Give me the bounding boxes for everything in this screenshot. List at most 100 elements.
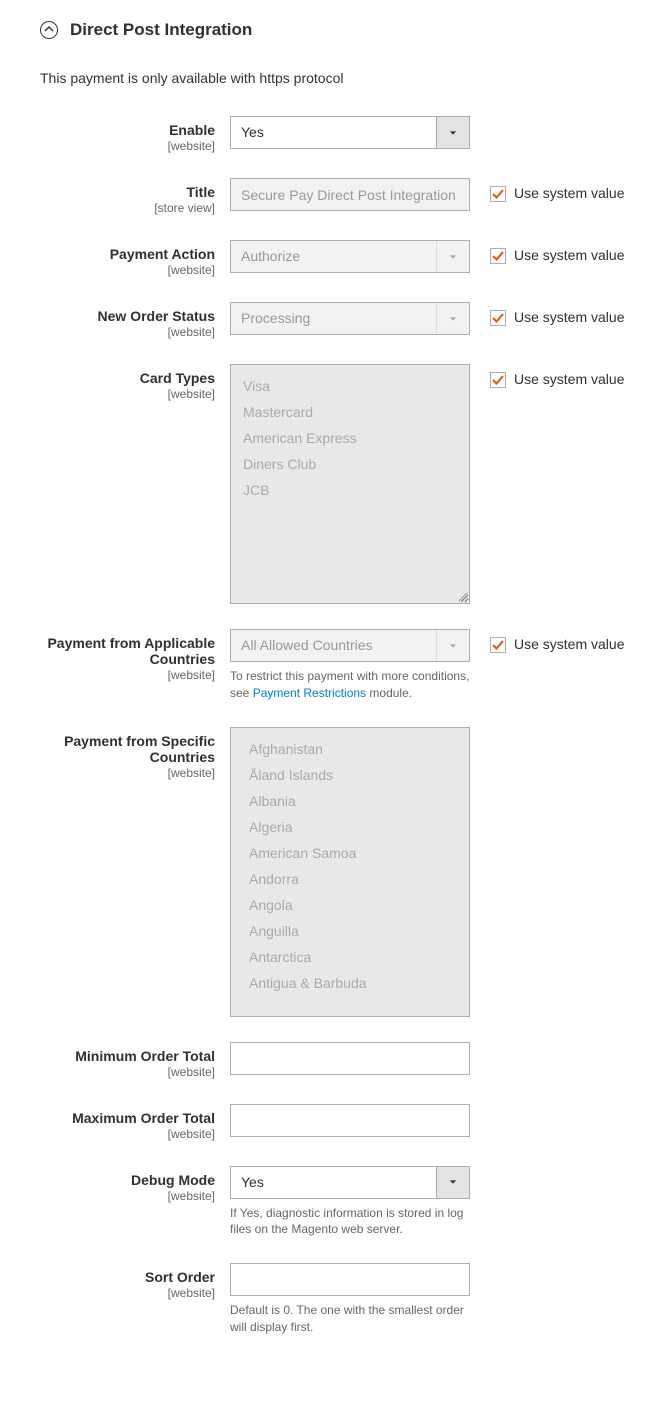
label-text: Payment from Specific Countries (30, 733, 215, 765)
label-text: Maximum Order Total (30, 1110, 215, 1126)
scope-text: [store view] (30, 201, 215, 215)
list-item: JCB (243, 477, 457, 503)
enable-label: Enable [website] (30, 116, 230, 153)
chevron-down-icon (436, 303, 469, 334)
use-system-checkbox[interactable] (490, 637, 506, 653)
scope-text: [website] (30, 1189, 215, 1203)
checkbox-label: Use system value (514, 246, 624, 264)
new-order-status-select: Processing (230, 302, 470, 335)
sort-order-label: Sort Order [website] (30, 1263, 230, 1300)
checkbox-label: Use system value (514, 635, 624, 653)
select-value: All Allowed Countries (231, 630, 436, 661)
field-max-order: Maximum Order Total [website] (30, 1104, 636, 1141)
sort-order-input[interactable] (230, 1263, 470, 1296)
new-order-status-label: New Order Status [website] (30, 302, 230, 339)
select-value: Yes (231, 1167, 436, 1198)
scope-text: [website] (30, 387, 215, 401)
max-order-label: Maximum Order Total [website] (30, 1104, 230, 1141)
min-order-input[interactable] (230, 1042, 470, 1075)
help-text: module. (366, 686, 412, 700)
select-value: Processing (231, 303, 436, 334)
field-debug-mode: Debug Mode [website] Yes If Yes, diagnos… (30, 1166, 636, 1239)
payment-action-label: Payment Action [website] (30, 240, 230, 277)
checkbox-label: Use system value (514, 184, 624, 202)
https-notice: This payment is only available with http… (30, 70, 636, 86)
label-text: New Order Status (30, 308, 215, 324)
label-text: Sort Order (30, 1269, 215, 1285)
select-value: Authorize (231, 241, 436, 272)
field-new-order-status: New Order Status [website] Processing Us… (30, 302, 636, 339)
list-item: Algeria (249, 814, 451, 840)
scope-text: [website] (30, 325, 215, 339)
payment-action-select: Authorize (230, 240, 470, 273)
use-system-checkbox[interactable] (490, 186, 506, 202)
use-system-checkbox[interactable] (490, 248, 506, 264)
scope-text: [website] (30, 1065, 215, 1079)
field-card-types: Card Types [website] Visa Mastercard Ame… (30, 364, 636, 604)
chevron-down-icon (436, 630, 469, 661)
payment-applicable-label: Payment from Applicable Countries [websi… (30, 629, 230, 682)
help-note: To restrict this payment with more condi… (230, 668, 470, 702)
field-payment-action: Payment Action [website] Authorize Use s… (30, 240, 636, 277)
title-label: Title [store view] (30, 178, 230, 215)
use-system-checkbox[interactable] (490, 372, 506, 388)
debug-mode-select[interactable]: Yes (230, 1166, 470, 1199)
checkbox-label: Use system value (514, 308, 624, 326)
select-value: Yes (231, 117, 436, 148)
label-text: Enable (30, 122, 215, 138)
payment-restrictions-link[interactable]: Payment Restrictions (253, 686, 366, 700)
field-sort-order: Sort Order [website] Default is 0. The o… (30, 1263, 636, 1336)
checkbox-label: Use system value (514, 370, 624, 388)
label-text: Payment from Applicable Countries (30, 635, 215, 667)
list-item: Diners Club (243, 451, 457, 477)
label-text: Card Types (30, 370, 215, 386)
scope-text: [website] (30, 1286, 215, 1300)
scope-text: [website] (30, 668, 215, 682)
label-text: Title (30, 184, 215, 200)
card-types-label: Card Types [website] (30, 364, 230, 401)
list-item: Angola (249, 892, 451, 918)
chevron-down-icon (436, 1167, 469, 1198)
resize-handle-icon (456, 590, 468, 602)
list-item: Afghanistan (249, 736, 451, 762)
collapse-icon (40, 21, 58, 39)
help-note: Default is 0. The one with the smallest … (230, 1302, 470, 1336)
label-text: Debug Mode (30, 1172, 215, 1188)
use-system-checkbox[interactable] (490, 310, 506, 326)
label-text: Payment Action (30, 246, 215, 262)
min-order-label: Minimum Order Total [website] (30, 1042, 230, 1079)
label-text: Minimum Order Total (30, 1048, 215, 1064)
payment-specific-multiselect: Afghanistan Åland Islands Albania Algeri… (230, 727, 470, 1017)
list-item: Mastercard (243, 399, 457, 425)
payment-applicable-select: All Allowed Countries (230, 629, 470, 662)
list-item: Anguilla (249, 918, 451, 944)
field-enable: Enable [website] Yes (30, 116, 636, 153)
list-item: Albania (249, 788, 451, 814)
field-payment-applicable: Payment from Applicable Countries [websi… (30, 629, 636, 702)
list-item: Antigua & Barbuda (249, 970, 451, 996)
list-item: American Express (243, 425, 457, 451)
field-title: Title [store view] Use system value (30, 178, 636, 215)
scope-text: [website] (30, 1127, 215, 1141)
list-item: American Samoa (249, 840, 451, 866)
enable-select[interactable]: Yes (230, 116, 470, 149)
max-order-input[interactable] (230, 1104, 470, 1137)
list-item: Visa (243, 373, 457, 399)
chevron-down-icon (436, 117, 469, 148)
list-item: Andorra (249, 866, 451, 892)
list-item: Antarctica (249, 944, 451, 970)
chevron-down-icon (436, 241, 469, 272)
list-item: Åland Islands (249, 762, 451, 788)
card-types-multiselect: Visa Mastercard American Express Diners … (230, 364, 470, 604)
debug-mode-label: Debug Mode [website] (30, 1166, 230, 1203)
section-title: Direct Post Integration (70, 20, 252, 40)
help-note: If Yes, diagnostic information is stored… (230, 1205, 470, 1239)
scope-text: [website] (30, 139, 215, 153)
section-header[interactable]: Direct Post Integration (30, 20, 636, 40)
scope-text: [website] (30, 263, 215, 277)
field-payment-specific: Payment from Specific Countries [website… (30, 727, 636, 1017)
payment-specific-label: Payment from Specific Countries [website… (30, 727, 230, 780)
title-input (230, 178, 470, 211)
field-min-order: Minimum Order Total [website] (30, 1042, 636, 1079)
scope-text: [website] (30, 766, 215, 780)
